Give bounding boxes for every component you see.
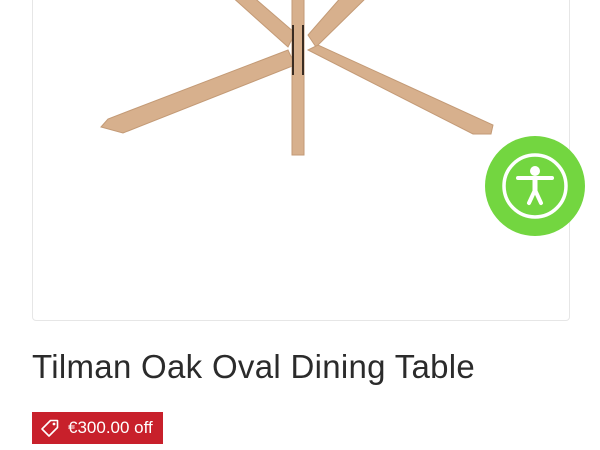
product-image-card[interactable] (32, 0, 570, 321)
discount-badge: €300.00 off (32, 412, 163, 444)
discount-label: €300.00 off (68, 418, 153, 437)
accessibility-person-icon (502, 153, 568, 219)
product-title: Tilman Oak Oval Dining Table (32, 348, 476, 385)
price-tag-icon (41, 419, 59, 437)
product-image (100, 0, 494, 156)
accessibility-button[interactable] (485, 136, 585, 236)
